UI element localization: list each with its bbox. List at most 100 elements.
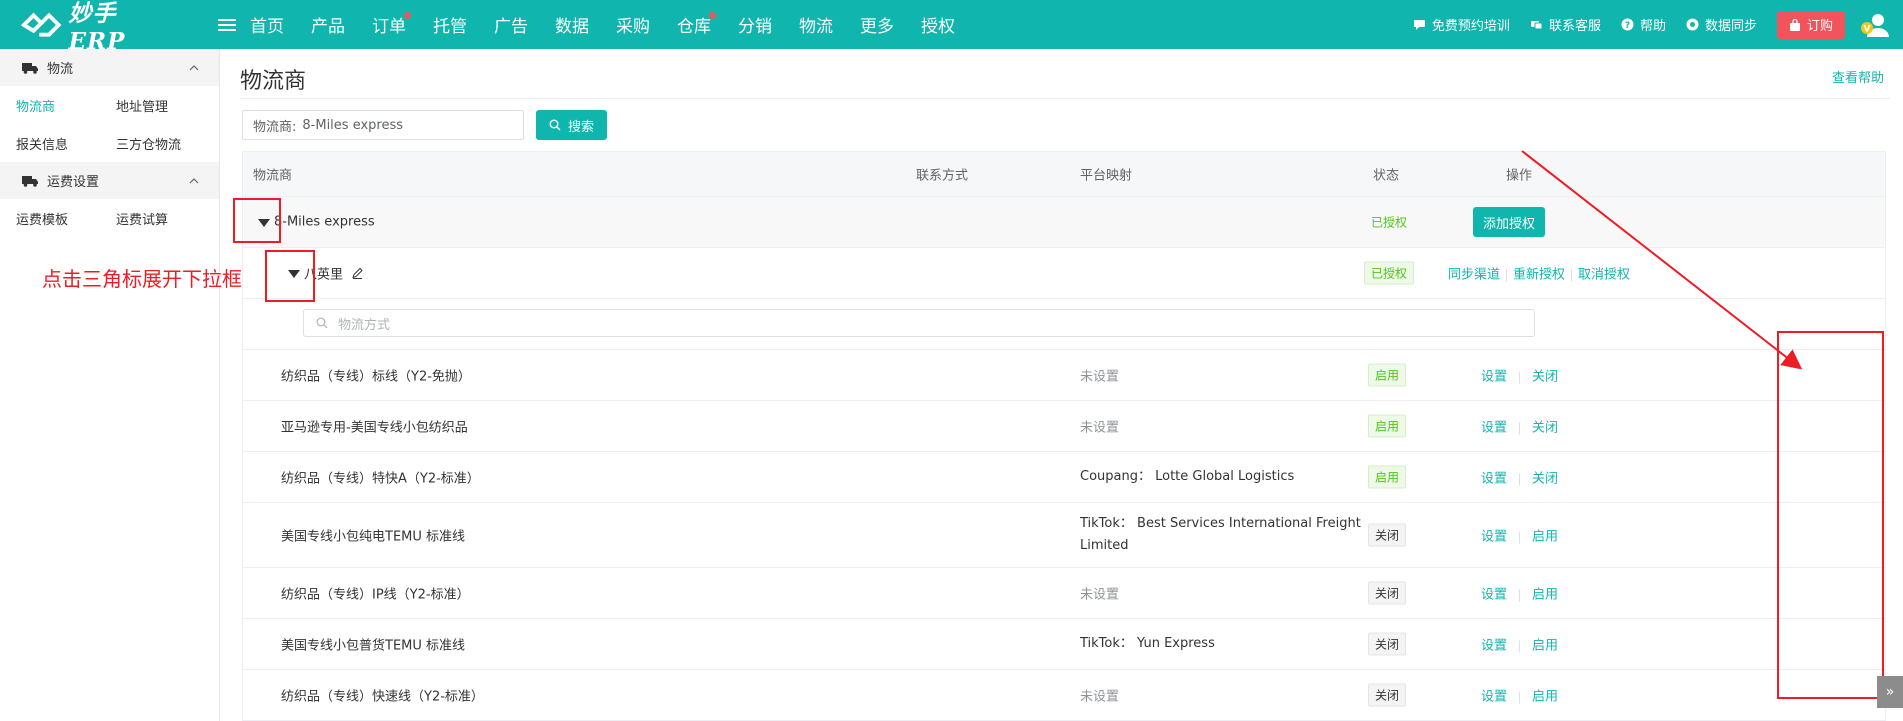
sidebar-group-logistics[interactable]: 物流 (0, 49, 219, 86)
method-status-badge: 关闭 (1368, 683, 1407, 707)
truck-icon (22, 175, 38, 187)
chat-icon (1413, 20, 1425, 30)
sync-link[interactable]: 数据同步 (1686, 15, 1757, 34)
training-label: 免费预约培训 (1431, 19, 1510, 34)
method-settings-link[interactable]: 设置 (1481, 639, 1507, 654)
method-actions: 设置 启用 (1481, 686, 1558, 705)
user-avatar-icon[interactable]: V (1859, 12, 1889, 38)
method-settings-link[interactable]: 设置 (1481, 588, 1507, 603)
sidebar-item-logistics-provider[interactable]: 物流商 (0, 96, 100, 115)
col-status: 状态 (1373, 168, 1400, 184)
sync-channels-link[interactable]: 同步渠道 (1448, 268, 1500, 283)
chevron-up-icon (189, 177, 199, 183)
method-settings-link[interactable]: 设置 (1481, 690, 1507, 705)
method-status-badge: 关闭 (1368, 581, 1407, 605)
sidebar-item-3pl[interactable]: 三方仓物流 (100, 134, 200, 153)
account-row: 八英里 已授权 同步渠道 重新授权 取消授权 (242, 248, 1886, 299)
nav-item-5[interactable]: 数据 (555, 12, 589, 37)
sidebar-item-address[interactable]: 地址管理 (100, 96, 200, 115)
method-toggle-link[interactable]: 启用 (1532, 690, 1558, 705)
double-chevron-right-icon[interactable]: » (1877, 676, 1903, 708)
search-button[interactable]: 搜索 (536, 110, 607, 140)
service-icon (1530, 21, 1543, 30)
cancel-authorization-link[interactable]: 取消授权 (1578, 268, 1630, 283)
method-name: 亚马逊专用-美国专线小包纺织品 (281, 420, 468, 436)
method-search-input[interactable]: 物流方式 (303, 309, 1535, 337)
order-button[interactable]: 订购 (1776, 10, 1845, 39)
annotation-box-toggle-column (1777, 331, 1884, 699)
table-row: 美国专线小包纯电TEMU 标准线 TikTok： Best Services In… (242, 503, 1886, 568)
method-toggle-link[interactable]: 关闭 (1532, 421, 1558, 436)
method-name: 美国专线小包普货TEMU 标准线 (281, 638, 466, 654)
method-toggle-link[interactable]: 启用 (1532, 639, 1558, 654)
table-row: 纺织品（专线）IP线（Y2-标准） 未设置 关闭 设置 启用 (242, 568, 1886, 619)
sidebar-item-freight-calc[interactable]: 运费试算 (100, 209, 200, 228)
provider-table: 物流商 联系方式 平台映射 状态 操作 8-Miles express 已授权 … (242, 151, 1886, 721)
platform-mapping: 未设置 (1080, 689, 1120, 705)
method-actions: 设置 关闭 (1481, 468, 1558, 487)
method-actions: 设置 关闭 (1481, 417, 1558, 436)
method-status-badge: 启用 (1368, 363, 1407, 387)
method-toggle-link[interactable]: 关闭 (1532, 472, 1558, 487)
chevron-up-icon (189, 64, 199, 70)
reauthorize-link[interactable]: 重新授权 (1513, 268, 1565, 283)
nav-label: 采购 (616, 17, 650, 37)
platform-mapping: 未设置 (1080, 420, 1120, 436)
sidebar-item-customs[interactable]: 报关信息 (0, 134, 100, 153)
method-toggle-link[interactable]: 启用 (1532, 588, 1558, 603)
svg-text:?: ? (1625, 21, 1630, 31)
nav-label: 首页 (250, 17, 284, 37)
method-settings-link[interactable]: 设置 (1481, 530, 1507, 545)
method-status-badge: 启用 (1368, 414, 1407, 438)
nav-item-7[interactable]: 仓库 (677, 12, 716, 37)
col-provider: 物流商 (253, 168, 293, 184)
help-link-top[interactable]: ? 帮助 (1621, 15, 1666, 34)
top-right-links: 免费预约培训 联系客服 ? 帮助 数据同步 订购 V (1393, 0, 1889, 49)
method-settings-link[interactable]: 设置 (1481, 421, 1507, 436)
table-header: 物流商 联系方式 平台映射 状态 操作 (242, 151, 1886, 197)
table-row: 美国专线小包普货TEMU 标准线 TikTok： Yun Express 关闭 设置 启… (242, 619, 1886, 670)
nav-item-6[interactable]: 采购 (616, 12, 650, 37)
edit-icon[interactable] (351, 267, 364, 280)
method-toggle-link[interactable]: 关闭 (1532, 370, 1558, 385)
app-logo[interactable]: 妙手ERP (20, 0, 170, 55)
order-label: 订购 (1806, 19, 1833, 34)
sidebar-group-shipping[interactable]: 运费设置 (0, 162, 219, 199)
platform-mapping: Coupang： Lotte Global Logistics (1080, 469, 1295, 484)
logo-icon (20, 12, 62, 37)
nav-item-2[interactable]: 订单 (372, 12, 411, 37)
add-authorization-button[interactable]: 添加授权 (1473, 207, 1545, 237)
sidebar-group-title: 物流 (47, 62, 74, 77)
page-header: 物流商 查看帮助 (240, 49, 1890, 99)
nav-item-10[interactable]: 更多 (860, 12, 894, 37)
svg-text:V: V (1864, 24, 1871, 34)
nav-label: 数据 (555, 17, 589, 37)
nav-item-8[interactable]: 分销 (738, 12, 772, 37)
help-icon: ? (1621, 18, 1634, 31)
nav-item-0[interactable]: 首页 (250, 12, 284, 37)
provider-name: 8-Miles express (274, 214, 375, 230)
logo-text: 妙手ERP (68, 0, 126, 55)
nav-item-3[interactable]: 托管 (433, 12, 467, 37)
method-name: 纺织品（专线）特快A（Y2-标准） (281, 471, 480, 487)
provider-filter-input[interactable]: 物流商: 8-Miles express (242, 110, 524, 140)
menu-toggle-icon[interactable] (218, 16, 236, 34)
sidebar-group-title: 运费设置 (47, 175, 100, 190)
notification-dot (404, 12, 411, 19)
nav-item-9[interactable]: 物流 (799, 12, 833, 37)
nav-label: 订单 (372, 17, 406, 37)
platform-mapping: 未设置 (1080, 369, 1120, 385)
view-help-link[interactable]: 查看帮助 (1832, 67, 1884, 86)
nav-item-4[interactable]: 广告 (494, 12, 528, 37)
sync-icon (1686, 18, 1699, 31)
service-link[interactable]: 联系客服 (1530, 15, 1601, 34)
sidebar-item-freight-template[interactable]: 运费模板 (0, 209, 100, 228)
method-settings-link[interactable]: 设置 (1481, 370, 1507, 385)
nav-label: 更多 (860, 17, 894, 37)
nav-item-1[interactable]: 产品 (311, 12, 345, 37)
nav-item-11[interactable]: 授权 (921, 12, 955, 37)
training-link[interactable]: 免费预约培训 (1413, 15, 1510, 34)
method-settings-link[interactable]: 设置 (1481, 472, 1507, 487)
method-toggle-link[interactable]: 启用 (1532, 530, 1558, 545)
method-actions: 设置 启用 (1481, 635, 1558, 654)
